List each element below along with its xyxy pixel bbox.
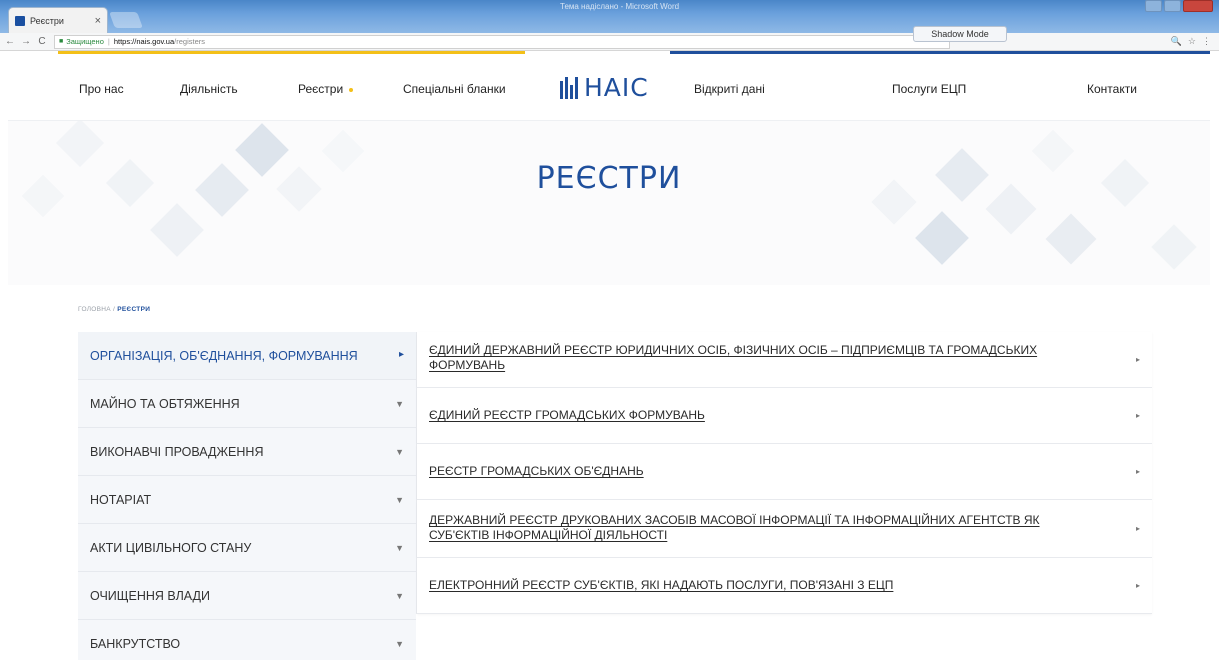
list-item: ЄДИНИЙ ДЕРЖАВНИЙ РЕЄСТР ЮРИДИЧНИХ ОСІБ, …	[417, 332, 1152, 388]
caret-down-icon: ▼	[395, 591, 404, 601]
menu-item-lustration[interactable]: ОЧИЩЕННЯ ВЛАДИ ▼	[78, 572, 416, 620]
menu-item-notary[interactable]: НОТАРІАТ ▼	[78, 476, 416, 524]
list-item: ДЕРЖАВНИЙ РЕЄСТР ДРУКОВАНИХ ЗАСОБІВ МАСО…	[417, 500, 1152, 558]
window-title: Тема надіслано - Microsoft Word	[560, 2, 680, 11]
menu-item-label: ОЧИЩЕННЯ ВЛАДИ	[90, 588, 210, 603]
category-menu: ОРГАНІЗАЦІЯ, ОБ'ЄДНАННЯ, ФОРМУВАННЯ ▸ МА…	[78, 332, 416, 660]
nav-contacts[interactable]: Контакти	[1087, 82, 1137, 96]
arrow-right-icon: ▸	[1135, 411, 1140, 420]
menu-item-property[interactable]: МАЙНО ТА ОБТЯЖЕННЯ ▼	[78, 380, 416, 428]
browser-toolbar: ← → C ■ Защищено | https://nais.gov.ua /…	[0, 33, 1219, 51]
active-dot-icon	[349, 87, 354, 92]
site-nav: Про нас Діяльність Реєстри Спеціальні бл…	[0, 54, 1219, 120]
menu-item-civil-status[interactable]: АКТИ ЦИВІЛЬНОГО СТАНУ ▼	[78, 524, 416, 572]
arrow-right-icon: ▸	[1135, 524, 1140, 533]
nav-about[interactable]: Про нас	[79, 82, 124, 96]
caret-down-icon: ▼	[395, 399, 404, 409]
logo-text: НАІС	[584, 73, 649, 102]
zoom-icon[interactable]: 🔍	[1171, 36, 1182, 47]
window-controls	[1145, 0, 1213, 12]
registry-link[interactable]: ДЕРЖАВНИЙ РЕЄСТР ДРУКОВАНИХ ЗАСОБІВ МАСО…	[417, 500, 1152, 543]
menu-item-label: НОТАРІАТ	[90, 492, 152, 507]
new-tab-button[interactable]	[109, 12, 143, 28]
tab-title: Реєстри	[30, 15, 64, 26]
back-icon[interactable]: ←	[4, 36, 16, 47]
menu-item-label: БАНКРУТСТВО	[90, 636, 181, 651]
nav-activity[interactable]: Діяльність	[180, 82, 238, 96]
caret-down-icon: ▼	[395, 495, 404, 505]
list-item: РЕЄСТР ГРОМАДСЬКИХ ОБ'ЄДНАНЬ ▸	[417, 444, 1152, 500]
nav-special-forms[interactable]: Спеціальні бланки	[403, 82, 506, 96]
address-separator: |	[107, 37, 110, 46]
caret-down-icon: ▼	[395, 543, 404, 553]
favicon-icon	[15, 15, 25, 26]
shadow-mode-button[interactable]: Shadow Mode	[913, 26, 1007, 42]
menu-item-label: АКТИ ЦИВІЛЬНОГО СТАНУ	[90, 540, 252, 555]
list-item: ЄДИНИЙ РЕЄСТР ГРОМАДСЬКИХ ФОРМУВАНЬ ▸	[417, 388, 1152, 444]
tab-close-icon[interactable]: ×	[95, 15, 101, 27]
page-title: РЕЄСТРИ	[536, 161, 682, 196]
minimize-button[interactable]	[1145, 0, 1162, 12]
menu-item-enforcement[interactable]: ВИКОНАВЧІ ПРОВАДЖЕННЯ ▼	[78, 428, 416, 476]
url-host: https://nais.gov.ua	[113, 37, 175, 46]
nav-registers-label: Реєстри	[298, 82, 344, 96]
nav-digital-signature[interactable]: Послуги ЕЦП	[892, 82, 966, 96]
arrow-right-icon: ▸	[1135, 355, 1140, 364]
nav-registers[interactable]: Реєстри	[298, 82, 354, 96]
nav-open-data[interactable]: Відкриті дані	[694, 82, 765, 96]
forward-icon[interactable]: →	[20, 36, 32, 47]
breadcrumb-current: РЕЄСТРИ	[117, 306, 151, 313]
breadcrumb: ГОЛОВНА / РЕЄСТРИ	[78, 306, 150, 313]
lock-icon: ■	[59, 38, 64, 45]
menu-item-organizations[interactable]: ОРГАНІЗАЦІЯ, ОБ'ЄДНАННЯ, ФОРМУВАННЯ ▸	[78, 332, 416, 380]
list-item: ЕЛЕКТРОННИЙ РЕЄСТР СУБ'ЄКТІВ, ЯКІ НАДАЮТ…	[417, 558, 1152, 614]
menu-item-bankruptcy[interactable]: БАНКРУТСТВО ▼	[78, 620, 416, 660]
registry-list: ЄДИНИЙ ДЕРЖАВНИЙ РЕЄСТР ЮРИДИЧНИХ ОСІБ, …	[416, 332, 1152, 614]
bookmark-star-icon[interactable]: ☆	[1188, 36, 1196, 47]
secure-label: Защищено	[66, 37, 104, 46]
arrow-right-icon: ▸	[1135, 581, 1140, 590]
reload-icon[interactable]: C	[36, 36, 48, 47]
close-window-button[interactable]	[1183, 0, 1213, 12]
hero-banner: РЕЄСТРИ	[8, 120, 1210, 285]
url-path: /registers	[174, 37, 205, 46]
caret-right-icon: ▸	[398, 349, 404, 360]
toolbar-icons: 🔍 ☆ ⋮	[1171, 36, 1211, 47]
menu-item-label: ВИКОНАВЧІ ПРОВАДЖЕННЯ	[90, 444, 264, 459]
registry-link[interactable]: ЄДИНИЙ РЕЄСТР ГРОМАДСЬКИХ ФОРМУВАНЬ	[417, 388, 1152, 423]
arrow-right-icon: ▸	[1135, 467, 1140, 476]
maximize-button[interactable]	[1164, 0, 1181, 12]
browser-chrome: Реєстри × Тема надіслано - Microsoft Wor…	[0, 0, 1219, 51]
logo-mark-icon	[560, 76, 578, 99]
site-logo[interactable]: НАІС	[560, 73, 649, 102]
menu-item-label: МАЙНО ТА ОБТЯЖЕННЯ	[90, 396, 240, 411]
registry-link[interactable]: ЕЛЕКТРОННИЙ РЕЄСТР СУБ'ЄКТІВ, ЯКІ НАДАЮТ…	[417, 558, 1152, 593]
caret-down-icon: ▼	[395, 639, 404, 649]
registry-link[interactable]: РЕЄСТР ГРОМАДСЬКИХ ОБ'ЄДНАНЬ	[417, 444, 1152, 479]
caret-down-icon: ▼	[395, 447, 404, 457]
breadcrumb-home[interactable]: ГОЛОВНА	[78, 306, 111, 313]
browser-menu-icon[interactable]: ⋮	[1202, 36, 1211, 47]
menu-item-label: ОРГАНІЗАЦІЯ, ОБ'ЄДНАННЯ, ФОРМУВАННЯ	[90, 348, 358, 363]
address-bar[interactable]: ■ Защищено | https://nais.gov.ua /regist…	[54, 34, 950, 49]
registry-link[interactable]: ЄДИНИЙ ДЕРЖАВНИЙ РЕЄСТР ЮРИДИЧНИХ ОСІБ, …	[417, 332, 1152, 373]
tab-strip: Реєстри × Тема надіслано - Microsoft Wor…	[0, 0, 1219, 33]
browser-tab[interactable]: Реєстри ×	[8, 7, 108, 33]
